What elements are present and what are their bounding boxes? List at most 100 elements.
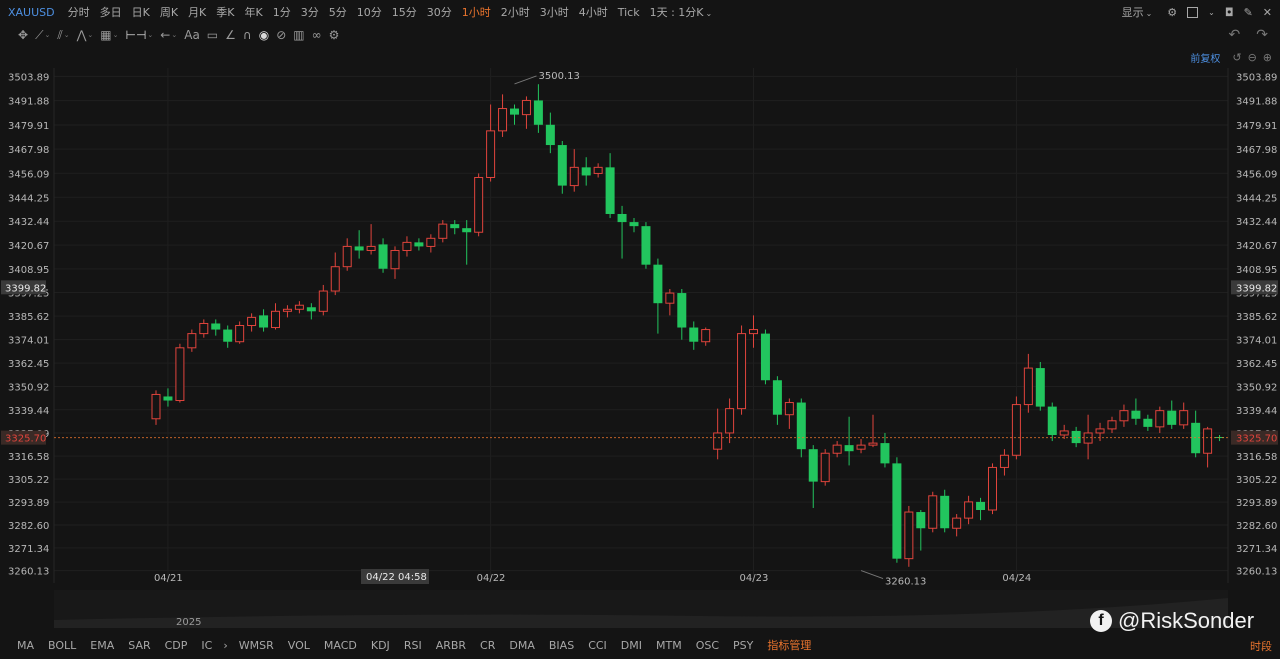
timeframe-10[interactable]: 10分 xyxy=(352,4,387,20)
indicator-mtm[interactable]: MTM xyxy=(656,639,682,652)
undo-icon[interactable]: ↶ xyxy=(1229,27,1241,43)
comment-tool-icon[interactable]: ▭ xyxy=(207,28,218,42)
candle-body xyxy=(294,304,304,310)
crosshair-label-left: 3399.82 xyxy=(5,283,46,294)
timeframe-8[interactable]: 3分 xyxy=(296,4,324,20)
timeframe-4[interactable]: 月K xyxy=(183,4,211,20)
plot-area[interactable] xyxy=(54,68,1228,583)
indicator-cci[interactable]: CCI xyxy=(588,639,607,652)
adjust-label[interactable]: 前复权 xyxy=(1190,50,1220,65)
y-tick-left: 3374.01 xyxy=(8,336,49,347)
move-icon[interactable]: ✥ xyxy=(18,28,28,42)
eye-icon[interactable]: ◉ xyxy=(259,28,269,42)
measure-tool-icon[interactable]: ⊢⊣ ⌄ xyxy=(126,28,154,42)
y-tick-left: 3420.67 xyxy=(8,241,49,252)
text-tool-icon[interactable]: Aa xyxy=(184,28,200,42)
indicator-wmsr[interactable]: WMSR xyxy=(239,639,274,652)
y-tick-left: 3293.89 xyxy=(8,498,49,509)
indicator-arbr[interactable]: ARBR xyxy=(436,639,466,652)
candlestick-chart[interactable]: 3503.89 3491.88 3479.91 3467.98 3456.09 3444.… xyxy=(0,0,1280,659)
wave-tool-icon[interactable]: ⋀ ⌄ xyxy=(77,28,94,42)
indicator-dma[interactable]: DMA xyxy=(509,639,535,652)
ruler-tool-icon[interactable]: ∠ xyxy=(225,28,236,42)
indicator-bias[interactable]: BIAS xyxy=(549,639,574,652)
y-axis-right: 3503.89 3491.88 3479.91 3467.98 3456.09 3444.… xyxy=(1236,72,1277,577)
timeframe-7[interactable]: 1分 xyxy=(268,4,296,20)
candle-body xyxy=(916,512,926,529)
timeframe-2[interactable]: 日K xyxy=(127,4,155,20)
hide-icon[interactable]: ⊘ xyxy=(276,28,286,42)
candle-body xyxy=(976,501,986,511)
candle-body xyxy=(235,325,245,343)
candle-body xyxy=(725,408,735,434)
timeframe-9[interactable]: 5分 xyxy=(324,4,352,20)
timeframe-0[interactable]: 分时 xyxy=(63,4,95,20)
indicator-ma[interactable]: MA xyxy=(17,639,34,652)
crosshair-time-label: 04/22 04:58 xyxy=(366,572,427,583)
y-tick-left: 3282.60 xyxy=(8,521,49,532)
indicator-rsi[interactable]: RSI xyxy=(404,639,422,652)
y-tick-right: 3293.89 xyxy=(1236,498,1277,509)
candle-body xyxy=(844,445,854,452)
indicator-vol[interactable]: VOL xyxy=(288,639,310,652)
gear-icon[interactable]: ⚙ xyxy=(1167,6,1177,19)
display-menu[interactable]: 显示 ⌄ xyxy=(1117,4,1158,20)
candle-body xyxy=(952,517,962,529)
indicator-psy[interactable]: PSY xyxy=(733,639,753,652)
candle-body xyxy=(593,166,603,174)
timeframe-5[interactable]: 季K xyxy=(211,4,239,20)
camera-icon[interactable]: ◘ xyxy=(1225,6,1234,19)
redo-icon[interactable]: ↷ xyxy=(1256,27,1268,43)
close-icon[interactable]: ✕ xyxy=(1263,6,1272,19)
top-right-controls: 显示 ⌄ ⚙ ⌄ ◘ ✎ ✕ xyxy=(1117,0,1272,24)
zoom-out-icon[interactable]: ⊖ xyxy=(1248,51,1257,64)
timeframe-13[interactable]: 1小时 xyxy=(457,4,496,20)
reset-icon[interactable]: ↺ xyxy=(1232,51,1241,64)
chevron-down-icon[interactable]: ⌄ xyxy=(1208,8,1215,17)
timeframe-16[interactable]: 4小时 xyxy=(574,4,613,20)
indicator-boll[interactable]: BOLL xyxy=(48,639,76,652)
settings-icon[interactable]: ⚙ xyxy=(329,28,340,42)
period-label[interactable]: 时段 xyxy=(1250,638,1272,654)
chevron-right-icon[interactable]: › xyxy=(223,639,227,652)
channel-tool-icon[interactable]: ⫽ ⌄ xyxy=(57,28,69,43)
fib-tool-icon[interactable]: ▦ ⌄ xyxy=(100,28,118,42)
timeframe-18[interactable]: 1天 : 1分K ⌄ xyxy=(645,4,718,20)
timeframe-15[interactable]: 3小时 xyxy=(535,4,574,20)
timeframe-1[interactable]: 多日 xyxy=(95,4,127,20)
indicator-sar[interactable]: SAR xyxy=(128,639,150,652)
indicator-osc[interactable]: OSC xyxy=(696,639,719,652)
last-price-label-left: 3325.70 xyxy=(5,434,46,445)
timeframe-3[interactable]: 周K xyxy=(155,4,183,20)
trash-icon[interactable]: ▥ xyxy=(293,28,304,42)
indicator-ic[interactable]: IC xyxy=(201,639,212,652)
indicator-macd[interactable]: MACD xyxy=(324,639,357,652)
timeframe-17[interactable]: Tick xyxy=(613,6,645,19)
indicator-manager-button[interactable]: 指标管理 xyxy=(767,637,811,653)
pencil-icon[interactable]: ✎ xyxy=(1244,6,1253,19)
y-tick-left: 3479.91 xyxy=(8,121,49,132)
indicator-cr[interactable]: CR xyxy=(480,639,495,652)
indicator-list: MA BOLL EMA SAR CDP IC › WMSR VOL MACD KDJ RSI ARBR C… xyxy=(10,637,818,653)
candle-body xyxy=(1035,368,1045,407)
timeframe-12[interactable]: 30分 xyxy=(422,4,457,20)
indicator-dmi[interactable]: DMI xyxy=(621,639,642,652)
indicator-ema[interactable]: EMA xyxy=(90,639,114,652)
candle-body xyxy=(474,176,484,233)
zoom-in-icon[interactable]: ⊕ xyxy=(1263,51,1272,64)
indicator-cdp[interactable]: CDP xyxy=(165,639,188,652)
timeframe-6[interactable]: 年K xyxy=(240,4,268,20)
timeframe-11[interactable]: 15分 xyxy=(387,4,422,20)
arrow-tool-icon[interactable]: ← ⌄ xyxy=(160,28,177,42)
candle-body xyxy=(1179,410,1189,426)
link-icon[interactable]: ∞ xyxy=(312,28,322,42)
indicator-kdj[interactable]: KDJ xyxy=(371,639,390,652)
checkbox-icon[interactable] xyxy=(1187,6,1199,18)
candle-body xyxy=(306,307,316,312)
candle-body xyxy=(187,333,197,349)
line-tool-icon[interactable]: ⟋ ⌄ xyxy=(35,28,50,43)
magnet-icon[interactable]: ∩ xyxy=(243,28,252,42)
candle-body xyxy=(665,292,675,304)
timeframe-14[interactable]: 2小时 xyxy=(496,4,535,20)
symbol-label[interactable]: XAUUSD xyxy=(8,6,55,19)
